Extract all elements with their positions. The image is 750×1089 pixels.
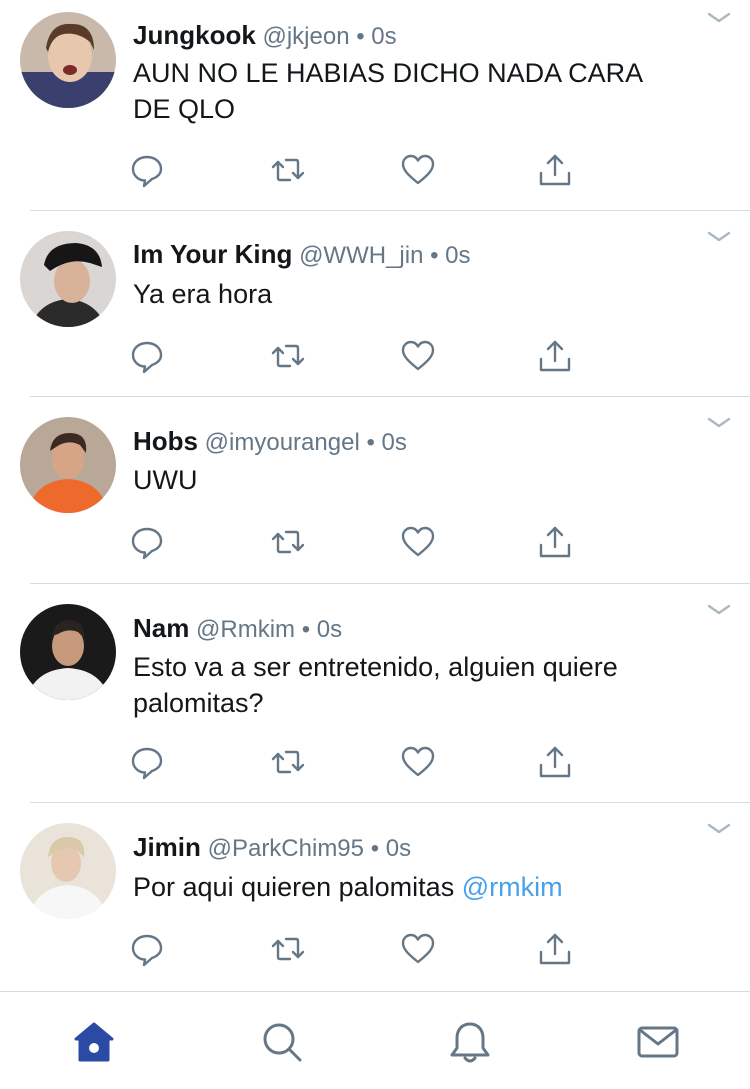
- timestamp: 0s: [445, 242, 471, 269]
- chevron-down-icon[interactable]: [706, 821, 732, 837]
- display-name[interactable]: Im Your King: [133, 239, 292, 269]
- tweet-text: Por aqui quieren palomitas @rmkim: [133, 869, 700, 905]
- chevron-down-icon[interactable]: [706, 229, 732, 245]
- tweet-text-line: UWU: [133, 465, 198, 495]
- reply-icon[interactable]: [129, 931, 165, 967]
- timestamp: 0s: [381, 429, 407, 456]
- username[interactable]: @jkjeon: [262, 23, 349, 50]
- bottom-tab-bar: [0, 991, 750, 1089]
- tweet[interactable]: Nam @Rmkim • 0s Esto va a ser entretenid…: [0, 584, 750, 803]
- avatar[interactable]: [20, 417, 116, 513]
- tweet-actions: [0, 338, 750, 378]
- tweet-text: Esto va a ser entretenido, alguien quier…: [133, 649, 700, 721]
- display-name[interactable]: Hobs: [133, 426, 198, 456]
- retweet-icon[interactable]: [270, 524, 306, 560]
- avatar[interactable]: [20, 12, 116, 108]
- tweet-header: Jimin @ParkChim95 • 0s: [133, 829, 690, 865]
- tweet-text: UWU: [133, 462, 700, 498]
- tweet[interactable]: Jimin @ParkChim95 • 0s Por aqui quieren …: [0, 803, 750, 991]
- tweet-actions: [0, 744, 750, 784]
- tweet-text-line: AUN NO LE HABIAS DICHO NADA CARA: [133, 58, 644, 88]
- tweet-actions: [0, 931, 750, 971]
- separator-dot: •: [356, 23, 365, 50]
- reply-icon[interactable]: [129, 524, 165, 560]
- username[interactable]: @Rmkim: [196, 616, 295, 643]
- tweet-header: Nam @Rmkim • 0s: [133, 610, 690, 646]
- tweet-text-line: palomitas?: [133, 688, 264, 718]
- timestamp: 0s: [316, 616, 343, 643]
- search-icon[interactable]: [260, 1020, 304, 1064]
- avatar[interactable]: [20, 823, 116, 919]
- heart-icon[interactable]: [400, 152, 436, 188]
- chevron-down-icon[interactable]: [706, 415, 732, 431]
- separator-dot: •: [366, 429, 375, 456]
- tweet-text: AUN NO LE HABIAS DICHO NADA CARA DE QLO: [133, 55, 700, 127]
- retweet-icon[interactable]: [270, 338, 306, 374]
- retweet-icon[interactable]: [270, 152, 306, 188]
- username[interactable]: @imyourangel: [205, 429, 360, 456]
- mention-link[interactable]: @rmkim: [462, 872, 563, 902]
- retweet-icon[interactable]: [270, 931, 306, 967]
- chevron-down-icon[interactable]: [706, 10, 732, 26]
- separator-dot: •: [430, 242, 439, 269]
- tweet[interactable]: Im Your King @WWH_jin • 0s Ya era hora: [0, 211, 750, 397]
- tweet-text-line: Ya era hora: [133, 279, 273, 309]
- tweet-header: Hobs @imyourangel • 0s: [133, 423, 690, 459]
- avatar[interactable]: [20, 231, 116, 327]
- tweet[interactable]: Jungkook @jkjeon • 0s AUN NO LE HABIAS D…: [0, 0, 750, 211]
- tweet-actions: [0, 524, 750, 564]
- tweet-text-line: DE QLO: [133, 94, 236, 124]
- separator-dot: •: [370, 835, 380, 862]
- tweet-text-line: Esto va a ser entretenido, alguien quier…: [133, 652, 618, 682]
- timestamp: 0s: [371, 23, 397, 50]
- bell-icon[interactable]: [448, 1020, 492, 1064]
- tweet-actions: [0, 152, 750, 192]
- heart-icon[interactable]: [400, 524, 436, 560]
- username[interactable]: @WWH_jin: [299, 242, 423, 269]
- tweet-text-segment: Por aqui quieren palomitas: [133, 872, 462, 902]
- heart-icon[interactable]: [400, 931, 436, 967]
- tweet[interactable]: Hobs @imyourangel • 0s UWU: [0, 397, 750, 584]
- share-icon[interactable]: [537, 338, 573, 374]
- chevron-down-icon[interactable]: [706, 602, 732, 618]
- reply-icon[interactable]: [129, 152, 165, 188]
- separator-dot: •: [301, 616, 311, 643]
- tweet-header: Jungkook @jkjeon • 0s: [133, 17, 690, 53]
- heart-icon[interactable]: [400, 744, 436, 780]
- tweet-text-line: Por aqui quieren palomitas @rmkim: [133, 869, 700, 905]
- username[interactable]: @ParkChim95: [208, 835, 364, 862]
- reply-icon[interactable]: [129, 744, 165, 780]
- share-icon[interactable]: [537, 524, 573, 560]
- share-icon[interactable]: [537, 152, 573, 188]
- display-name[interactable]: Nam: [133, 613, 189, 643]
- share-icon[interactable]: [537, 931, 573, 967]
- tweet-text: Ya era hora: [133, 276, 700, 312]
- tweet-header: Im Your King @WWH_jin • 0s: [133, 236, 690, 272]
- heart-icon[interactable]: [400, 338, 436, 374]
- avatar[interactable]: [20, 604, 116, 700]
- reply-icon[interactable]: [129, 338, 165, 374]
- display-name[interactable]: Jimin: [133, 832, 201, 862]
- share-icon[interactable]: [537, 744, 573, 780]
- home-icon[interactable]: [72, 1020, 116, 1064]
- timestamp: 0s: [385, 835, 412, 862]
- retweet-icon[interactable]: [270, 744, 306, 780]
- mail-icon[interactable]: [636, 1020, 680, 1064]
- display-name[interactable]: Jungkook: [133, 20, 256, 50]
